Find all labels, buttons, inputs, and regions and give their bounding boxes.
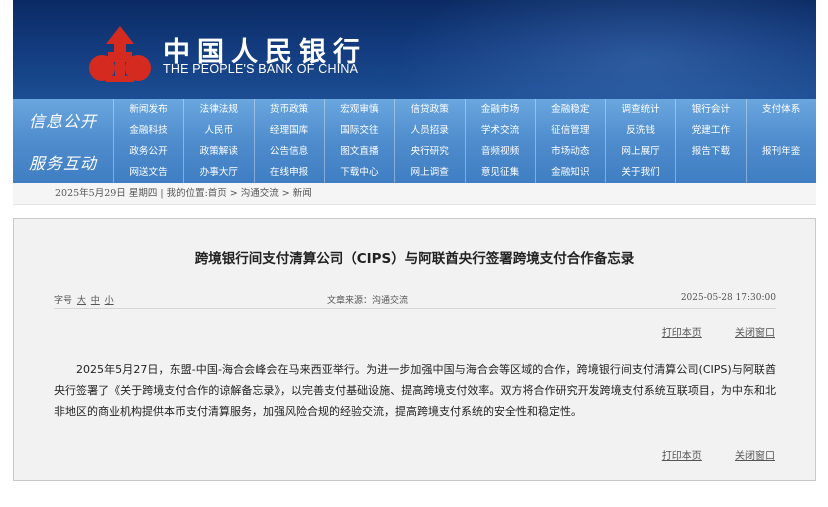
article-meta: 字号 大 中 小 文章来源：沟通交流 2025-05-28 17:30:00 bbox=[54, 293, 776, 309]
meta-divider bbox=[54, 308, 776, 309]
font-small-link[interactable]: 小 bbox=[105, 296, 114, 306]
nav-item[interactable]: 金融知识 bbox=[534, 162, 605, 183]
nav-item[interactable]: 党建工作 bbox=[675, 120, 745, 141]
nav-item[interactable]: 公告信息 bbox=[253, 141, 324, 162]
nav-item[interactable]: 网送文告 bbox=[113, 162, 183, 183]
nav-item[interactable]: 人民币 bbox=[183, 120, 253, 141]
nav-block-service: 服务互动 政务公开 政策解读 公告信息 图文直播 央行研究 音频视频 市场动态 网上展厅 报告下… bbox=[13, 141, 816, 183]
nav-item[interactable]: 调查统计 bbox=[605, 99, 675, 120]
font-large-link[interactable]: 大 bbox=[77, 296, 86, 306]
nav-grid-service: 政务公开 政策解读 公告信息 图文直播 央行研究 音频视频 市场动态 网上展厅 报告下载 报刊年鉴… bbox=[113, 141, 816, 183]
font-medium-link[interactable]: 中 bbox=[91, 296, 100, 306]
nav-item[interactable]: 报告下载 bbox=[675, 141, 745, 162]
nav-item[interactable]: 在线申报 bbox=[253, 162, 324, 183]
nav-item bbox=[745, 162, 816, 183]
nav-item[interactable]: 意见征集 bbox=[464, 162, 535, 183]
article-tools-bottom: 打印本页 关闭窗口 bbox=[632, 447, 775, 462]
nav-item[interactable]: 下载中心 bbox=[323, 162, 394, 183]
page-wrapper: 中国人民银行 THE PEOPLE'S BANK OF CHINA 信息公开 新… bbox=[13, 0, 816, 205]
nav-item[interactable]: 信贷政策 bbox=[394, 99, 464, 120]
nav-item[interactable]: 货币政策 bbox=[253, 99, 324, 120]
pboc-emblem-icon bbox=[89, 26, 151, 82]
close-window-link[interactable]: 关闭窗口 bbox=[735, 328, 775, 339]
nav-grid-info: 新闻发布 法律法规 货币政策 宏观审慎 信贷政策 金融市场 金融稳定 调查统计 银行会计 支付体系… bbox=[113, 99, 816, 141]
nav-item[interactable]: 报刊年鉴 bbox=[745, 141, 816, 162]
article-body: 2025年5月27日，东盟-中国-海合会峰会在马来西亚举行。为进一步加强中国与海… bbox=[54, 363, 776, 418]
nav-block-title-info: 信息公开 bbox=[28, 112, 97, 131]
nav-item[interactable]: 银行会计 bbox=[675, 99, 745, 120]
font-size-controls: 字号 大 中 小 bbox=[54, 293, 114, 306]
close-window-link[interactable]: 关闭窗口 bbox=[735, 451, 775, 462]
nav-item[interactable]: 经理国库 bbox=[253, 120, 324, 141]
nav-item[interactable]: 网上展厅 bbox=[605, 141, 675, 162]
nav-item[interactable]: 宏观审慎 bbox=[323, 99, 394, 120]
nav-item[interactable]: 国际交往 bbox=[323, 120, 394, 141]
article-title: 跨境银行间支付清算公司（CIPS）与阿联酋央行签署跨境支付合作备忘录 bbox=[194, 251, 635, 267]
nav-item[interactable]: 支付体系 bbox=[745, 99, 816, 120]
nav-item[interactable]: 学术交流 bbox=[464, 120, 535, 141]
article-tools-top: 打印本页 关闭窗口 bbox=[632, 324, 775, 339]
nav-item[interactable]: 法律法规 bbox=[183, 99, 253, 120]
article-panel: 跨境银行间支付清算公司（CIPS）与阿联酋央行签署跨境支付合作备忘录 字号 大 … bbox=[13, 218, 816, 481]
nav-item[interactable]: 金融稳定 bbox=[534, 99, 605, 120]
nav-item[interactable]: 反洗钱 bbox=[605, 120, 675, 141]
print-page-link[interactable]: 打印本页 bbox=[662, 451, 702, 462]
nav-item[interactable]: 金融科技 bbox=[113, 120, 183, 141]
nav-item[interactable]: 市场动态 bbox=[534, 141, 605, 162]
article-date: 2025-05-28 17:30:00 bbox=[680, 293, 776, 303]
nav-item[interactable]: 网上调查 bbox=[394, 162, 464, 183]
nav-item[interactable]: 征信管理 bbox=[534, 120, 605, 141]
main-navigation: 信息公开 新闻发布 法律法规 货币政策 宏观审慎 信贷政策 金融市场 金融稳定 调查统计 银行会… bbox=[13, 99, 816, 183]
nav-block-title-service: 服务互动 bbox=[28, 154, 97, 173]
article-source: 文章来源：沟通交流 bbox=[327, 296, 409, 306]
nav-item bbox=[745, 120, 816, 141]
print-page-link[interactable]: 打印本页 bbox=[662, 328, 702, 339]
font-size-label: 字号 bbox=[54, 296, 73, 306]
nav-item[interactable]: 办事大厅 bbox=[183, 162, 253, 183]
nav-block-info: 信息公开 新闻发布 法律法规 货币政策 宏观审慎 信贷政策 金融市场 金融稳定 调查统计 银行会… bbox=[13, 99, 816, 141]
nav-item[interactable]: 人员招录 bbox=[394, 120, 464, 141]
nav-item[interactable]: 音频视频 bbox=[464, 141, 535, 162]
nav-item[interactable]: 图文直播 bbox=[323, 141, 394, 162]
nav-item[interactable]: 关于我们 bbox=[605, 162, 675, 183]
nav-item bbox=[675, 162, 745, 183]
breadcrumb: 2025年5月29日 星期四 | 我的位置:首页 > 沟通交流 > 新闻 bbox=[13, 183, 816, 205]
nav-item[interactable]: 金融市场 bbox=[464, 99, 535, 120]
logo-english-text: THE PEOPLE'S BANK OF CHINA bbox=[163, 62, 359, 76]
header-banner: 中国人民银行 THE PEOPLE'S BANK OF CHINA bbox=[13, 0, 816, 99]
nav-item[interactable]: 政务公开 bbox=[113, 141, 183, 162]
banner-glow bbox=[393, 0, 816, 99]
nav-item[interactable]: 央行研究 bbox=[394, 141, 464, 162]
nav-item[interactable]: 新闻发布 bbox=[113, 99, 183, 120]
nav-item[interactable]: 政策解读 bbox=[183, 141, 253, 162]
